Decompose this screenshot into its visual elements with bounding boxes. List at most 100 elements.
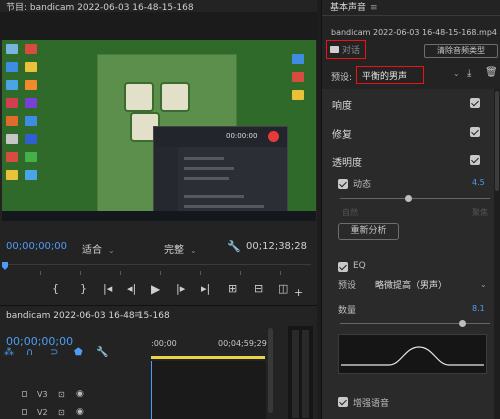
desktop-icon [292, 72, 304, 82]
desktop-icons [4, 42, 44, 186]
bandicam-setting-line [184, 205, 264, 208]
chevron-down-icon[interactable]: ⌄ [453, 69, 460, 78]
desktop-icon [6, 62, 18, 72]
timeline-panel: bandicam 2022-06-03 16-48-15-168 ≡ 00;00… [0, 305, 317, 419]
nest-icon[interactable]: ⁂ [4, 347, 14, 358]
track-label: V3 [37, 390, 48, 399]
essential-sound-panel: 基本声音 ≡ bandicam 2022-06-03 16-48-15-168.m… [321, 0, 500, 419]
sync-lock-icon[interactable]: ⊡ [58, 390, 65, 399]
enhance-speech-label: 增强语音 [353, 399, 390, 409]
fit-dropdown-value: 适合 [82, 245, 102, 256]
panel-divider [322, 15, 500, 16]
reanalyze-button[interactable]: 重新分析 [338, 223, 399, 240]
trash-icon[interactable]: 🗑 [485, 67, 498, 78]
track-area[interactable] [151, 361, 266, 419]
chevron-down-icon[interactable]: ⌄ [480, 280, 487, 289]
meter-channel-right [302, 330, 309, 418]
desktop-icon [24, 80, 37, 90]
chevron-down-icon: ⌄ [108, 246, 115, 255]
desktop-icon [24, 44, 37, 54]
go-to-out-button[interactable]: ▸| [201, 282, 210, 295]
timeline-timecode[interactable]: 00;00;00;00 [6, 335, 73, 348]
eq-amount-value[interactable]: 8.1 [472, 304, 485, 313]
eq-amount-slider-knob[interactable] [458, 320, 466, 327]
panel-scrollbar[interactable] [494, 89, 500, 419]
lock-icon[interactable] [22, 391, 27, 397]
loudness-section[interactable]: 响度 [332, 97, 352, 112]
clarity-section[interactable]: 透明度 [332, 154, 362, 169]
duration-timecode: 00;12;38;28 [246, 241, 308, 252]
program-monitor: 节目: bandicam 2022-06-03 16-48-15-168 00:… [0, 0, 317, 305]
video-preview[interactable]: 00:00:00 [2, 40, 316, 221]
playhead-timecode[interactable]: 00;00;00;00 [6, 241, 67, 252]
export-frame-icon[interactable]: ◫ [278, 282, 288, 295]
audio-meters [288, 326, 313, 419]
lift-icon[interactable]: ⊞ [228, 282, 237, 295]
bandicam-sidebar [154, 147, 178, 221]
bandicam-setting-line [184, 177, 229, 180]
record-icon [268, 131, 279, 142]
desktop-icon [292, 54, 304, 64]
panel-menu-icon[interactable]: ≡ [370, 3, 378, 13]
play-button[interactable]: ▶ [151, 282, 160, 296]
desktop-icon [6, 44, 18, 54]
clear-audio-type-button[interactable]: 清除音频类型 [424, 44, 498, 58]
desktop-icon [6, 134, 18, 144]
eq-checkbox[interactable] [338, 262, 348, 272]
eq-amount-slider-track[interactable] [340, 323, 490, 324]
eye-icon[interactable]: ◉ [76, 389, 84, 399]
dynamics-checkbox[interactable] [338, 179, 348, 189]
work-area-bar[interactable] [151, 356, 265, 359]
clarity-checkbox[interactable] [470, 155, 480, 165]
chevron-down-icon: ⌄ [190, 246, 197, 255]
snap-icon[interactable]: ∩ [26, 347, 33, 358]
dynamics-slider-track[interactable] [340, 198, 490, 199]
scrub-bar[interactable] [3, 264, 311, 276]
timeline-scrollbar[interactable] [268, 328, 273, 413]
settings-wrench-icon[interactable]: 🔧 [227, 240, 241, 253]
dynamics-value[interactable]: 4.5 [472, 178, 485, 187]
desktop-icon [24, 170, 37, 180]
mark-in-button[interactable]: { [52, 282, 59, 295]
quality-dropdown[interactable]: 完整 ⌄ [164, 241, 197, 256]
eq-amount-label: 数量 [338, 306, 357, 316]
scrub-tick [40, 271, 41, 275]
repair-checkbox[interactable] [470, 127, 480, 137]
desktop-icon [24, 152, 37, 162]
step-forward-button[interactable]: |▸ [176, 282, 185, 295]
clip-file-name: bandicam 2022-06-03 16-48-15-168.mp4 [331, 28, 497, 37]
timeline-settings-icon[interactable]: 🔧 [96, 347, 108, 358]
fit-dropdown[interactable]: 适合 ⌄ [82, 241, 115, 256]
repair-section[interactable]: 修复 [332, 126, 352, 141]
desktop-icon [292, 90, 304, 100]
track-v2: V2 ⊡ ◉ [0, 404, 150, 419]
bandicam-timer: 00:00:00 [226, 132, 258, 140]
eye-icon[interactable]: ◉ [76, 407, 84, 417]
sequence-menu-icon[interactable]: ≡ [134, 310, 142, 320]
loudness-checkbox[interactable] [470, 98, 480, 108]
add-marker-icon[interactable]: ⬟ [74, 347, 83, 358]
step-back-button[interactable]: ◂| [127, 282, 136, 295]
save-preset-icon[interactable]: ⤓ [467, 68, 471, 79]
desktop-icon [6, 116, 18, 126]
dynamics-right-label: 聚焦 [472, 208, 488, 217]
eq-preset-select[interactable]: 略微提高（男声） [375, 278, 447, 291]
dynamics-slider-knob[interactable] [404, 195, 412, 202]
preset-select[interactable]: 平衡的男声 [356, 66, 424, 84]
go-to-in-button[interactable]: |◂ [103, 282, 112, 295]
sequence-tab[interactable]: bandicam 2022-06-03 16-48-15-168 [6, 311, 170, 321]
mark-out-button[interactable]: } [80, 282, 87, 295]
add-button[interactable]: + [294, 286, 303, 299]
sync-lock-icon[interactable]: ⊡ [58, 408, 65, 417]
desktop-icon [6, 80, 18, 90]
desktop-icon [24, 134, 37, 144]
game-tile [124, 82, 154, 112]
linked-selection-icon[interactable]: ⊃ [50, 347, 58, 358]
bandicam-window: 00:00:00 [153, 126, 288, 221]
extract-icon[interactable]: ⊟ [254, 282, 263, 295]
quality-dropdown-value: 完整 [164, 245, 184, 256]
enhance-speech-checkbox[interactable] [338, 397, 348, 407]
panel-scrollbar-thumb[interactable] [495, 91, 499, 191]
dialogue-type-tag[interactable]: 对话 [326, 40, 366, 59]
lock-icon[interactable] [22, 409, 27, 415]
